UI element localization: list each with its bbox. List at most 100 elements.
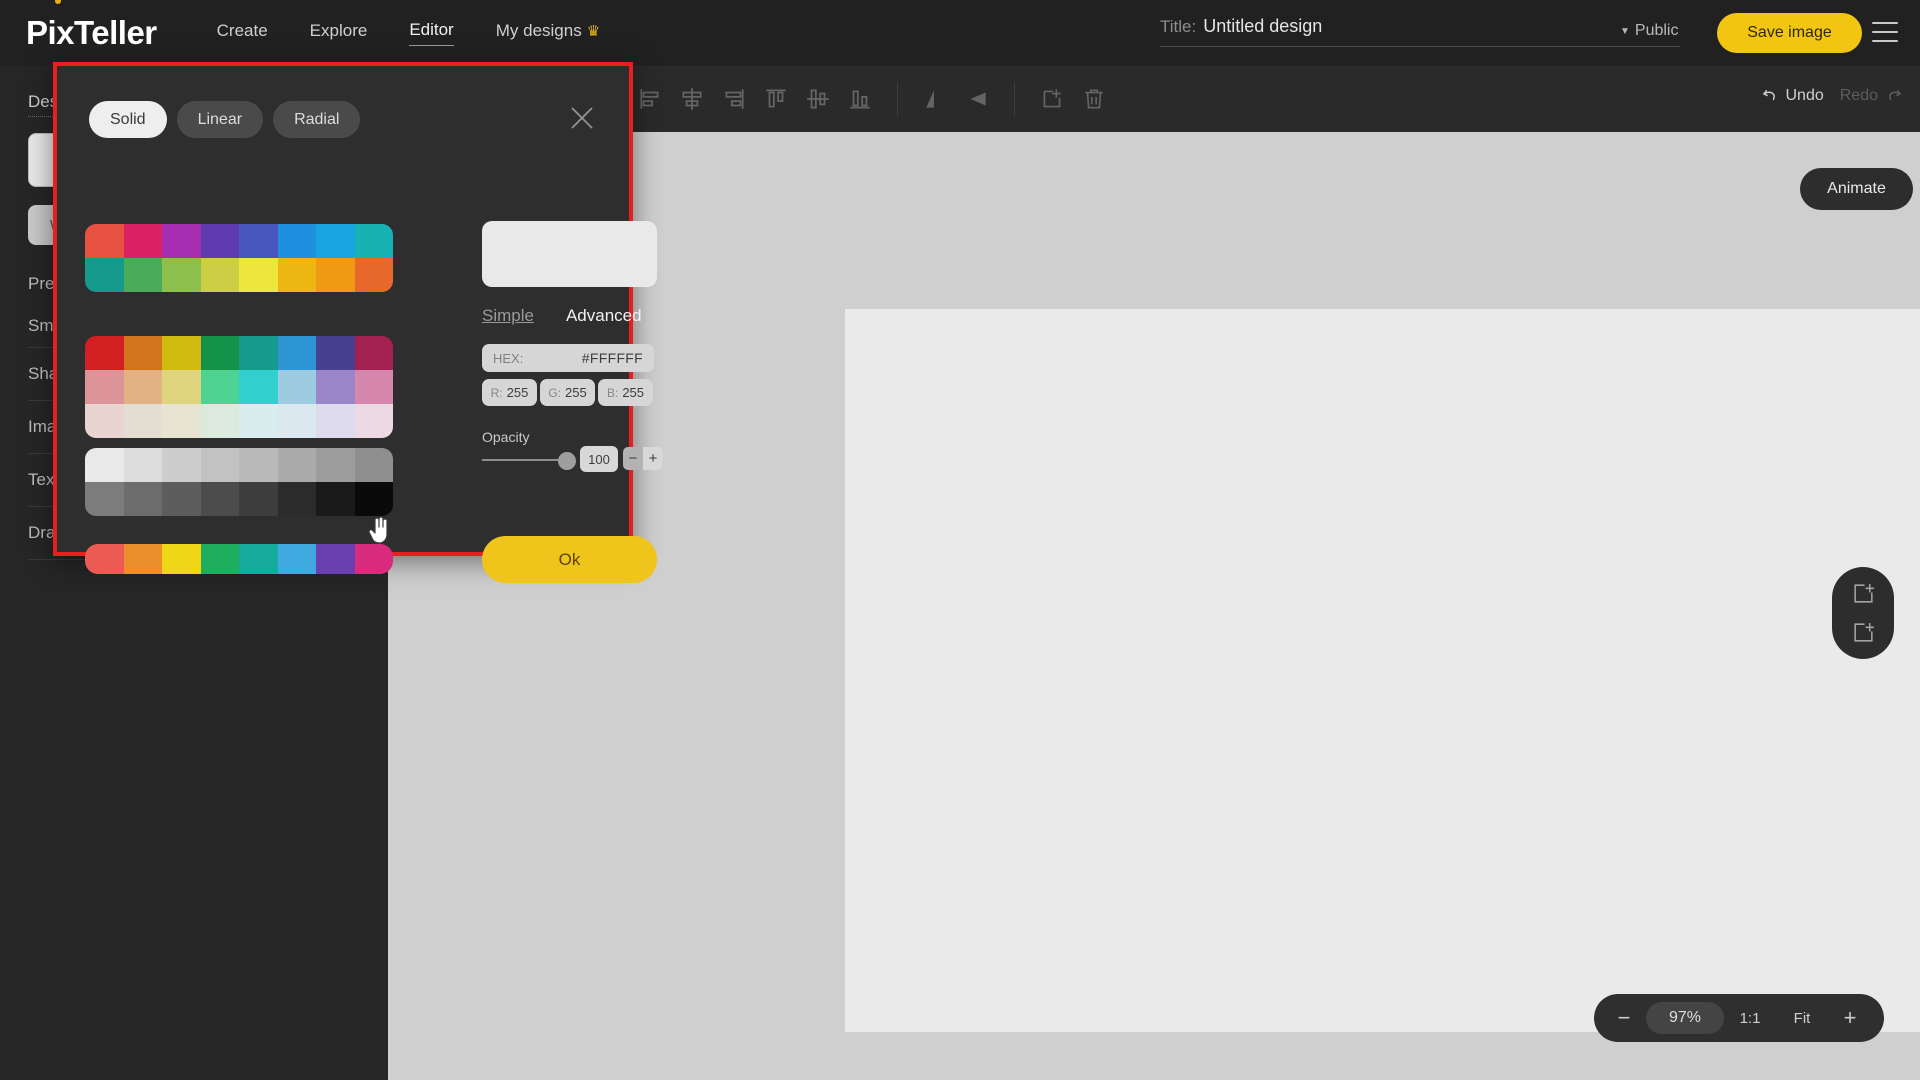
- flip-horizontal-icon[interactable]: [922, 86, 948, 112]
- zoom-out-button[interactable]: −: [1602, 1005, 1646, 1031]
- color-swatch[interactable]: [200, 336, 239, 370]
- color-swatch[interactable]: [316, 482, 355, 516]
- color-swatch[interactable]: [277, 258, 316, 292]
- color-swatch[interactable]: [85, 544, 124, 574]
- color-swatch[interactable]: [354, 482, 393, 516]
- nav-item-create[interactable]: Create: [217, 21, 268, 46]
- tab-radial[interactable]: Radial: [273, 101, 361, 138]
- color-swatch[interactable]: [239, 448, 278, 482]
- color-swatch[interactable]: [316, 258, 355, 292]
- pixteller-logo[interactable]: Pix Teller: [26, 0, 157, 52]
- zoom-in-button[interactable]: +: [1828, 1005, 1872, 1031]
- save-image-button[interactable]: Save image: [1717, 13, 1862, 53]
- color-swatch[interactable]: [277, 224, 316, 258]
- color-swatch[interactable]: [162, 544, 201, 574]
- color-swatch[interactable]: [85, 224, 124, 258]
- color-swatch[interactable]: [316, 370, 355, 404]
- color-swatch[interactable]: [354, 224, 393, 258]
- color-swatch[interactable]: [239, 224, 278, 258]
- color-swatch[interactable]: [162, 258, 201, 292]
- color-swatch[interactable]: [239, 258, 278, 292]
- color-swatch[interactable]: [239, 544, 278, 574]
- duplicate-page-icon[interactable]: [1851, 620, 1876, 645]
- color-swatch[interactable]: [123, 370, 162, 404]
- zoom-level-value[interactable]: 97%: [1646, 1002, 1724, 1034]
- green-input[interactable]: G: 255: [540, 379, 595, 406]
- color-swatch[interactable]: [162, 224, 201, 258]
- color-swatch[interactable]: [277, 336, 316, 370]
- color-swatch[interactable]: [316, 404, 355, 438]
- visibility-dropdown[interactable]: ▼ Public: [1620, 22, 1678, 40]
- nav-item-explore[interactable]: Explore: [310, 21, 368, 46]
- align-bottom-icon[interactable]: [847, 86, 873, 112]
- opacity-slider[interactable]: [482, 451, 580, 470]
- color-swatch[interactable]: [200, 482, 239, 516]
- color-swatch[interactable]: [200, 258, 239, 292]
- color-swatch[interactable]: [316, 336, 355, 370]
- color-swatch[interactable]: [162, 448, 201, 482]
- palette-muted[interactable]: [85, 336, 393, 438]
- color-swatch[interactable]: [354, 448, 393, 482]
- palette-accent-bar[interactable]: [85, 544, 393, 574]
- color-swatch[interactable]: [123, 224, 162, 258]
- color-swatch[interactable]: [354, 404, 393, 438]
- color-swatch[interactable]: [162, 336, 201, 370]
- design-title-value[interactable]: Untitled design: [1203, 16, 1322, 37]
- color-swatch[interactable]: [85, 336, 124, 370]
- ok-button[interactable]: Ok: [482, 536, 657, 583]
- add-page-icon[interactable]: [1851, 581, 1876, 606]
- color-swatch[interactable]: [200, 370, 239, 404]
- color-swatch[interactable]: [123, 544, 162, 574]
- color-swatch[interactable]: [316, 448, 355, 482]
- align-right-icon[interactable]: [721, 86, 747, 112]
- color-swatch[interactable]: [354, 544, 393, 574]
- color-swatch[interactable]: [123, 482, 162, 516]
- nav-item-my-designs[interactable]: My designs ♛: [496, 21, 600, 46]
- color-swatch[interactable]: [316, 544, 355, 574]
- trash-icon[interactable]: [1081, 86, 1107, 112]
- color-swatch[interactable]: [277, 448, 316, 482]
- color-swatch[interactable]: [277, 370, 316, 404]
- close-icon[interactable]: [567, 103, 597, 133]
- hex-input[interactable]: HEX: #FFFFFF: [482, 344, 654, 372]
- simple-mode-link[interactable]: Simple: [482, 306, 534, 326]
- undo-button[interactable]: Undo: [1760, 86, 1824, 105]
- color-swatch[interactable]: [85, 258, 124, 292]
- color-swatch[interactable]: [316, 224, 355, 258]
- color-swatch[interactable]: [239, 336, 278, 370]
- advanced-mode-link[interactable]: Advanced: [566, 306, 642, 326]
- hamburger-menu-icon[interactable]: [1872, 22, 1898, 42]
- color-swatch[interactable]: [85, 404, 124, 438]
- color-swatch[interactable]: [200, 448, 239, 482]
- color-swatch[interactable]: [123, 448, 162, 482]
- color-swatch[interactable]: [200, 404, 239, 438]
- color-swatch[interactable]: [162, 370, 201, 404]
- tab-solid[interactable]: Solid: [89, 101, 167, 138]
- color-swatch[interactable]: [354, 336, 393, 370]
- color-swatch[interactable]: [123, 258, 162, 292]
- zoom-one-to-one-button[interactable]: 1:1: [1724, 1010, 1776, 1027]
- nav-item-editor[interactable]: Editor: [409, 20, 454, 46]
- color-swatch[interactable]: [239, 370, 278, 404]
- zoom-fit-button[interactable]: Fit: [1776, 1010, 1828, 1027]
- color-swatch[interactable]: [277, 544, 316, 574]
- red-input[interactable]: R: 255: [482, 379, 537, 406]
- blue-input[interactable]: B: 255: [598, 379, 653, 406]
- animate-button[interactable]: Animate: [1800, 168, 1913, 210]
- color-swatch[interactable]: [162, 482, 201, 516]
- flip-vertical-icon[interactable]: [964, 86, 990, 112]
- align-middle-vertical-icon[interactable]: [805, 86, 831, 112]
- color-swatch[interactable]: [162, 404, 201, 438]
- color-swatch[interactable]: [85, 448, 124, 482]
- opacity-decrease-button[interactable]: −: [623, 447, 643, 470]
- tab-linear[interactable]: Linear: [176, 101, 264, 138]
- design-title-field[interactable]: Title: Untitled design: [1160, 16, 1680, 47]
- color-swatch[interactable]: [123, 404, 162, 438]
- color-swatch[interactable]: [200, 544, 239, 574]
- opacity-increase-button[interactable]: +: [643, 447, 663, 470]
- color-swatch[interactable]: [354, 258, 393, 292]
- color-swatch[interactable]: [354, 370, 393, 404]
- color-swatch[interactable]: [239, 482, 278, 516]
- palette-grayscale[interactable]: [85, 448, 393, 516]
- design-canvas-sheet[interactable]: [845, 309, 1920, 1032]
